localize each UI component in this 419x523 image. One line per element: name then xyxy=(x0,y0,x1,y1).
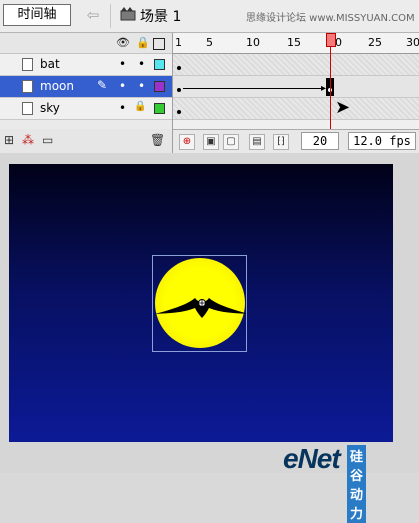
top-toolbar: 时间轴 ⇦ 场景 1 思缘设计论坛 www.MISSYUAN.COM xyxy=(0,0,419,33)
lock-dot[interactable]: • xyxy=(138,79,145,93)
scene-label: 场景 1 xyxy=(140,9,182,25)
layer-tools-bar: ⊞ ⁂ ▭ 🗑 xyxy=(0,129,172,153)
layer-color-swatch[interactable] xyxy=(154,103,165,114)
logo-subtext: 硅谷动力 xyxy=(347,445,367,523)
pencil-icon: ✎ xyxy=(97,78,108,92)
trash-icon[interactable]: 🗑 xyxy=(150,133,165,147)
keyframe[interactable] xyxy=(177,88,181,92)
layer-row-bat[interactable]: bat • • xyxy=(0,54,172,76)
playhead-line xyxy=(330,47,331,129)
layer-color-swatch[interactable] xyxy=(154,59,165,70)
layer-page-icon xyxy=(22,58,33,71)
onion-skin-outlines-icon[interactable]: ▢ xyxy=(223,134,239,150)
current-frame-field[interactable]: 20 xyxy=(301,132,339,150)
layer-name: bat xyxy=(40,57,60,71)
keyframe[interactable] xyxy=(177,110,181,114)
stage-canvas[interactable] xyxy=(9,164,393,442)
ruler-tick: 25 xyxy=(368,36,382,49)
visibility-dot[interactable]: • xyxy=(119,57,126,71)
visibility-dot[interactable]: • xyxy=(119,79,126,93)
toolbar-divider xyxy=(110,4,111,28)
back-arrow-icon[interactable]: ⇦ xyxy=(80,5,106,25)
frame-track-bat[interactable] xyxy=(173,54,419,76)
frame-track-sky[interactable] xyxy=(173,98,419,120)
layer-name: moon xyxy=(40,79,74,93)
layer-row-moon[interactable]: moon ✎ • • xyxy=(0,76,172,98)
ruler-tick: 15 xyxy=(287,36,301,49)
ruler-tick: 1 xyxy=(175,36,182,49)
frame-track-moon[interactable]: ▸ xyxy=(173,76,419,98)
center-frame-icon[interactable]: ⊕ xyxy=(179,134,195,150)
layer-page-icon xyxy=(22,102,33,115)
layers-header: 👁 🔒 xyxy=(0,33,172,54)
ruler-tick: 30 xyxy=(406,36,419,49)
outline-icon[interactable] xyxy=(153,38,165,50)
insert-folder-icon[interactable]: ▭ xyxy=(42,133,53,147)
add-layer-icon[interactable]: ⊞ xyxy=(4,133,14,147)
add-motion-guide-icon[interactable]: ⁂ xyxy=(22,133,34,147)
ruler-tick: 5 xyxy=(206,36,213,49)
keyframe[interactable] xyxy=(177,66,181,70)
selection-bounding-box xyxy=(152,255,247,352)
eye-icon[interactable]: 👁 xyxy=(116,37,130,49)
enet-logo: eNet 硅谷动力 xyxy=(283,443,367,523)
ruler-tick: 10 xyxy=(246,36,260,49)
layer-name: sky xyxy=(40,101,60,115)
layer-row-sky[interactable]: sky • 🔒 xyxy=(0,98,172,120)
lock-dot[interactable]: • xyxy=(138,57,145,71)
frame-ruler[interactable]: 1 5 10 15 20 25 30 xyxy=(173,33,419,54)
playhead-handle[interactable] xyxy=(326,33,336,47)
onion-skin-icon[interactable]: ▣ xyxy=(203,134,219,150)
watermark-text: 思缘设计论坛 www.MISSYUAN.COM xyxy=(246,13,415,24)
frames-panel: 1 5 10 15 20 25 30 ▸ ➤ ⊕ ▣ ▢ ▤ ⁅⁆ 20 12.… xyxy=(173,33,419,153)
scene-icon xyxy=(120,7,136,21)
visibility-dot[interactable]: • xyxy=(119,101,126,115)
timeline-button[interactable]: 时间轴 xyxy=(3,4,71,26)
layers-panel: 👁 🔒 bat • • moon ✎ • • sky • 🔒 ⊞ ⁂ ▭ 🗑 xyxy=(0,33,173,153)
layer-page-icon xyxy=(22,80,33,93)
motion-tween-line xyxy=(183,88,323,89)
layer-color-swatch[interactable] xyxy=(154,81,165,92)
modify-onion-markers-icon[interactable]: ⁅⁆ xyxy=(273,134,289,150)
lock-icon[interactable]: 🔒 xyxy=(136,37,150,49)
frame-rate-field[interactable]: 12.0 fps xyxy=(348,132,416,150)
logo-text: eNet xyxy=(283,443,341,474)
timeline-status-bar: ⊕ ▣ ▢ ▤ ⁅⁆ 20 12.0 fps xyxy=(173,129,419,153)
lock-icon[interactable]: 🔒 xyxy=(134,101,146,112)
edit-multiple-frames-icon[interactable]: ▤ xyxy=(249,134,265,150)
mouse-cursor-icon: ➤ xyxy=(335,97,351,118)
